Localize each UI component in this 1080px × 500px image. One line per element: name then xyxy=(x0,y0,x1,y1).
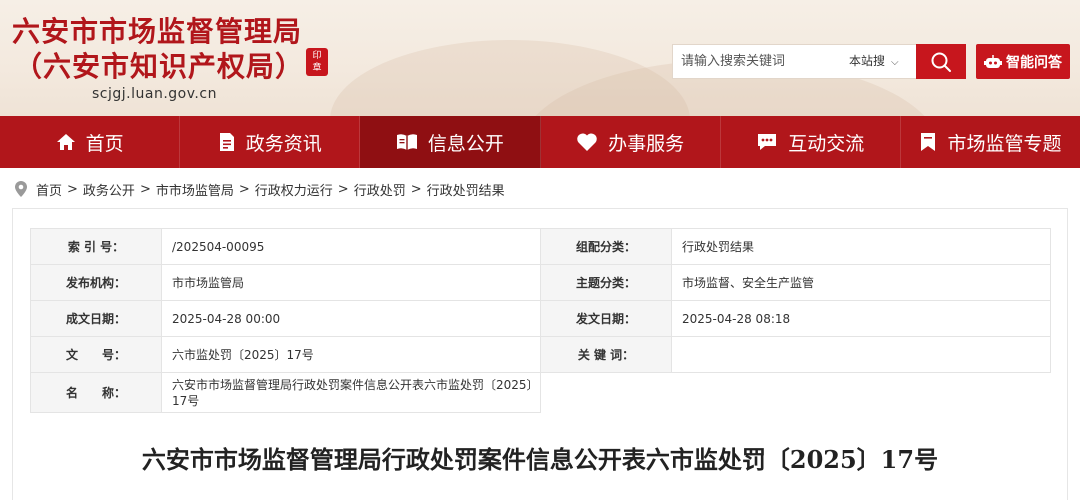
breadcrumb-gov-public[interactable]: 政务公开 xyxy=(83,180,135,199)
created-date-value: 2025-04-28 00:00 xyxy=(161,300,541,337)
search-box: 本站搜 ⌵ xyxy=(672,44,916,79)
search-input[interactable] xyxy=(681,45,841,78)
nav-item-home[interactable]: 首页 xyxy=(0,116,181,168)
publisher-label: 发布机构： xyxy=(30,264,162,301)
location-pin-icon xyxy=(15,181,27,197)
search-icon xyxy=(931,52,951,72)
site-title-line1: 六安市市场监督管理局 xyxy=(12,15,303,48)
table-row: 文 号： 六市监处罚〔2025〕17号 关 键 词： xyxy=(30,336,1051,373)
breadcrumb-bureau[interactable]: 市市场监管局 xyxy=(156,180,234,199)
table-row: 索 引 号： /202504-00095 组配分类： 行政处罚结果 xyxy=(30,228,1051,265)
published-date-value: 2025-04-28 08:18 xyxy=(671,300,1051,337)
open-book-icon xyxy=(396,134,417,150)
robot-icon xyxy=(984,54,1002,68)
topic-value: 市场监督、安全生产监管 xyxy=(671,264,1051,301)
nav-item-services[interactable]: 办事服务 xyxy=(541,116,721,168)
doc-number-label: 文 号： xyxy=(30,336,162,373)
breadcrumb-separator: > xyxy=(238,181,250,197)
home-icon xyxy=(56,134,75,150)
table-row: 发布机构： 市市场监管局 主题分类： 市场监督、安全生产监管 xyxy=(30,264,1051,301)
nav-item-topics[interactable]: 市场监管专题 xyxy=(901,116,1080,168)
table-row: 名 称： 六安市市场监督管理局行政处罚案件信息公开表六市监处罚〔2025〕17号 xyxy=(30,372,1051,413)
breadcrumb-separator: > xyxy=(67,181,78,197)
search-scope-select[interactable]: 本站搜 ⌵ xyxy=(849,45,899,78)
search-button[interactable] xyxy=(916,44,966,79)
document-meta-table: 索 引 号： /202504-00095 组配分类： 行政处罚结果 发布机构： … xyxy=(30,228,1051,413)
category-value: 行政处罚结果 xyxy=(671,228,1051,265)
nav-item-label: 首页 xyxy=(85,132,124,155)
chevron-down-icon: ⌵ xyxy=(891,57,899,68)
name-value: 六安市市场监督管理局行政处罚案件信息公开表六市监处罚〔2025〕17号 xyxy=(161,372,541,413)
heart-icon xyxy=(577,133,597,151)
site-title-line2: （六安市知识产权局） xyxy=(14,50,305,83)
category-label: 组配分类： xyxy=(540,228,672,265)
topic-label: 主题分类： xyxy=(540,264,672,301)
table-row: 成文日期： 2025-04-28 00:00 发文日期： 2025-04-28 … xyxy=(30,300,1051,337)
created-date-label: 成文日期： xyxy=(30,300,162,337)
breadcrumb: 首页 > 政务公开 > 市市场监管局 > 行政权力运行 > 行政处罚 > 行政处… xyxy=(14,178,505,200)
keywords-value xyxy=(671,336,1051,373)
site-domain: scjgj.luan.gov.cn xyxy=(92,86,217,102)
site-header: 六安市市场监督管理局 （六安市知识产权局） 印章 scjgj.luan.gov.… xyxy=(0,0,1080,116)
nav-item-label: 市场监管专题 xyxy=(947,132,1062,155)
document-title: 六安市市场监督管理局行政处罚案件信息公开表六市监处罚〔2025〕17号 xyxy=(141,445,939,474)
document-icon xyxy=(219,133,234,151)
breadcrumb-separator: > xyxy=(337,181,349,197)
index-value: /202504-00095 xyxy=(161,228,541,265)
ai-qa-button[interactable]: 智能问答 xyxy=(976,44,1070,79)
published-date-label: 发文日期： xyxy=(540,300,672,337)
empty-cell xyxy=(540,372,672,413)
seal-icon: 印章 xyxy=(306,48,328,76)
nav-item-info-public[interactable]: 信息公开 xyxy=(360,116,541,168)
ai-qa-label: 智能问答 xyxy=(1006,54,1062,71)
search-scope-label: 本站搜 xyxy=(849,54,886,68)
nav-item-news[interactable]: 政务资讯 xyxy=(180,116,361,168)
breadcrumb-separator: > xyxy=(139,181,151,197)
empty-cell xyxy=(671,372,1051,413)
breadcrumb-penalty-result[interactable]: 行政处罚结果 xyxy=(427,180,505,199)
name-label: 名 称： xyxy=(30,372,162,413)
nav-item-label: 信息公开 xyxy=(427,132,504,155)
breadcrumb-separator: > xyxy=(410,181,422,197)
doc-number-value: 六市监处罚〔2025〕17号 xyxy=(161,336,541,373)
chat-icon xyxy=(758,134,777,150)
breadcrumb-admin-power[interactable]: 行政权力运行 xyxy=(255,180,333,199)
keywords-label: 关 键 词： xyxy=(540,336,672,373)
nav-item-label: 办事服务 xyxy=(608,132,685,155)
nav-item-interaction[interactable]: 互动交流 xyxy=(721,116,901,168)
breadcrumb-penalty[interactable]: 行政处罚 xyxy=(354,180,406,199)
nav-item-label: 政务资讯 xyxy=(245,132,322,155)
main-nav: 首页 政务资讯 信息公开 办事服务 互动交流 市场监管专题 xyxy=(0,116,1080,168)
site-logo-title[interactable]: 六安市市场监督管理局 （六安市知识产权局） xyxy=(12,14,304,84)
bookmark-icon xyxy=(921,133,936,151)
nav-item-label: 互动交流 xyxy=(788,132,865,155)
publisher-value: 市市场监管局 xyxy=(161,264,541,301)
index-label: 索 引 号： xyxy=(30,228,162,265)
breadcrumb-home[interactable]: 首页 xyxy=(36,180,62,199)
